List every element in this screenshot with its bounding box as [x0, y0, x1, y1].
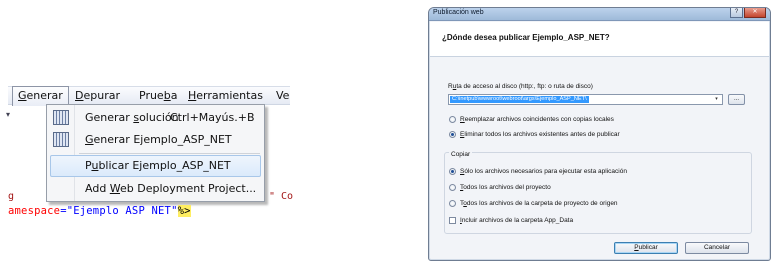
code-line: amespace="Ejemplo ASP NET"%> [8, 205, 191, 217]
radio-replace-label: Reemplazar archivos coincidentes con cop… [460, 116, 614, 123]
radio-copy-project-label: Todos los archivos del proyecto [460, 184, 551, 191]
code-fragment-left: g [8, 191, 15, 202]
path-combobox[interactable]: C:\inetpub\wwwroot\webroot\args\Ejemplo_… [448, 94, 723, 105]
dialog-question: ¿Dónde desea publicar Ejemplo_ASP_NET? [442, 33, 610, 42]
menu-item-generar-proyecto[interactable]: Generar Ejemplo_ASP_NET [48, 129, 263, 151]
radio-copy-needed[interactable] [449, 168, 456, 175]
build-solution-icon [53, 110, 69, 125]
vs-editor-area: Generar Depurar Prueba Herramientas Ve ▾… [0, 0, 294, 262]
path-value: C:\inetpub\wwwroot\webroot\args\Ejemplo_… [450, 96, 589, 103]
publish-button[interactable]: Publicar [614, 242, 678, 254]
menu-depurar[interactable]: Depurar [75, 89, 120, 102]
dialog-header: ¿Dónde desea publicar Ejemplo_ASP_NET? [430, 22, 769, 57]
close-button[interactable]: ✕ [744, 8, 766, 18]
radio-copy-project[interactable] [449, 184, 456, 191]
help-button[interactable]: ? [730, 8, 743, 18]
shortcut-text: Ctrl+Mayús.+B [170, 111, 255, 124]
chevron-down-icon[interactable]: ▾ [711, 95, 722, 104]
menu-generar[interactable]: Generar [12, 86, 69, 106]
cancel-button[interactable]: Cancelar [685, 242, 749, 254]
build-project-icon [53, 132, 69, 147]
radio-copy-source-label: Todos los archivos de la carpeta de proy… [460, 200, 618, 207]
include-app-data-label: Incluir archivos de la carpeta App_Data [460, 217, 574, 224]
radio-replace[interactable] [449, 116, 456, 123]
menu-ver[interactable]: Ve [276, 89, 289, 102]
publish-web-dialog: Publicación web ? ✕ ¿Dónde desea publica… [428, 7, 771, 261]
code-fragment-right: " Co [269, 191, 294, 202]
radio-delete[interactable] [449, 131, 456, 138]
browse-button[interactable]: ... [728, 94, 745, 105]
toolbar-chevron-icon[interactable]: ▾ [6, 110, 10, 119]
menu-item-publicar[interactable]: Publicar Ejemplo_ASP_NET [48, 155, 263, 177]
path-label: Ruta de acceso al disco (http:, ftp: o r… [448, 83, 593, 90]
radio-copy-source[interactable] [449, 200, 456, 207]
menu-herramientas[interactable]: Herramientas [188, 89, 263, 102]
dialog-titlebar[interactable]: Publicación web ? ✕ [429, 8, 770, 21]
radio-copy-needed-label: Sólo los archivos necesarios para ejecut… [460, 168, 627, 175]
generar-dropdown-menu: Generar solución Ctrl+Mayús.+B Generar E… [46, 104, 265, 202]
copy-group-label: Copiar [449, 151, 473, 158]
menu-item-generar-solucion[interactable]: Generar solución Ctrl+Mayús.+B [48, 107, 263, 129]
menu-item-add-web-deployment[interactable]: Add Web Deployment Project... [48, 178, 263, 200]
radio-delete-label: Eliminar todos los archivos existentes a… [460, 131, 620, 138]
menu-prueba[interactable]: Prueba [139, 89, 177, 102]
menu-separator [79, 153, 260, 154]
include-app-data-checkbox[interactable] [449, 217, 456, 224]
menu-bar: Generar Depurar Prueba Herramientas Ve [8, 86, 290, 106]
dialog-title: Publicación web [433, 9, 484, 16]
